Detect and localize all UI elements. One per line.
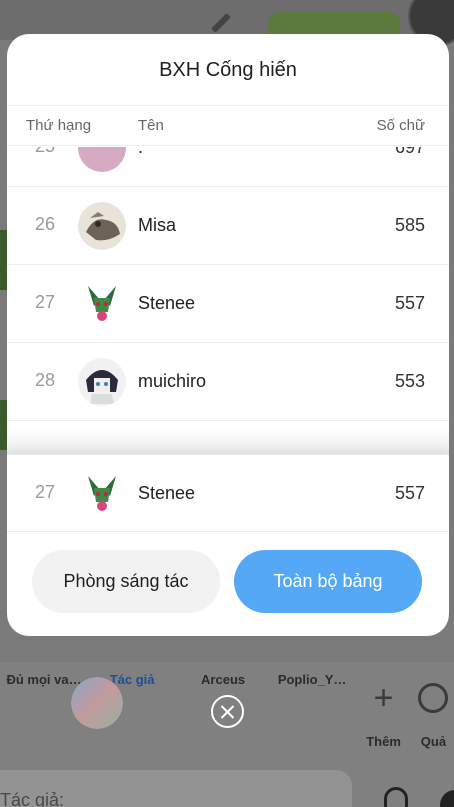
avatar: [78, 470, 126, 518]
column-header-name: Tên: [138, 117, 164, 134]
row-rank: 26: [35, 214, 56, 234]
row-score: 697: [394, 147, 425, 157]
avatar: [78, 280, 126, 328]
tray-item-label: Poplio_Y…: [277, 672, 347, 687]
tray-item-label: Quả: [420, 734, 447, 749]
full-leaderboard-button[interactable]: Toàn bộ bảng: [234, 550, 422, 613]
row-name: Stenee: [138, 293, 196, 313]
tray-item: Poplio_Y…: [71, 662, 354, 762]
tray-item-label: Thêm: [366, 734, 401, 749]
leaderboard-modal: BXH Cống hiến Thứ hạng Tên Số chữ 25 . 6…: [7, 34, 449, 636]
mic-icon: [384, 787, 408, 807]
avatar: [78, 202, 126, 250]
row-score: 553: [394, 371, 425, 391]
row-rank: 27: [35, 292, 56, 312]
leaderboard-list[interactable]: 25 . 697 26 Misa 585 27 Stene: [7, 147, 449, 457]
leaderboard-row[interactable]: 28 muichiro 553: [7, 343, 449, 421]
row-rank: 28: [35, 370, 56, 390]
list-fade: [7, 429, 449, 457]
column-header-rank: Thứ hạng: [26, 117, 92, 134]
row-name: Misa: [138, 215, 177, 235]
close-icon[interactable]: [211, 695, 244, 728]
row-score: 557: [394, 293, 425, 313]
modal-title: BXH Cống hiến: [7, 34, 449, 106]
plus-icon: +: [373, 679, 394, 717]
tray-item-manage: Quả: [413, 662, 454, 762]
tray-item-add: + Thêm: [354, 662, 413, 762]
tray-item-label: Đủ mọi va…: [6, 672, 82, 687]
leaderboard-row[interactable]: 26 Misa 585: [7, 187, 449, 265]
row-name: muichiro: [138, 371, 207, 391]
leaderboard-row[interactable]: 27 Stenee 557: [7, 265, 449, 343]
row-rank: 25: [35, 147, 55, 157]
column-header: Thứ hạng Tên Số chữ: [7, 106, 449, 146]
gear-icon: [418, 683, 449, 713]
leaderboard-row[interactable]: 25 . 697: [7, 147, 449, 187]
row-score: 585: [394, 215, 425, 235]
background-input: Tác giả:: [0, 770, 352, 807]
avatar: [71, 677, 123, 729]
avatar: [78, 147, 126, 172]
tray-item-label: Arceus: [201, 672, 246, 687]
row-name: Stenee: [138, 483, 196, 503]
my-rank-row: 27 Stenee 557: [7, 454, 449, 532]
column-header-score: Số chữ: [376, 117, 425, 134]
row-name: .: [138, 147, 144, 157]
writing-room-button[interactable]: Phòng sáng tác: [32, 550, 220, 613]
avatar: [78, 358, 126, 406]
row-score: 557: [394, 483, 425, 503]
row-rank: 27: [35, 482, 56, 502]
